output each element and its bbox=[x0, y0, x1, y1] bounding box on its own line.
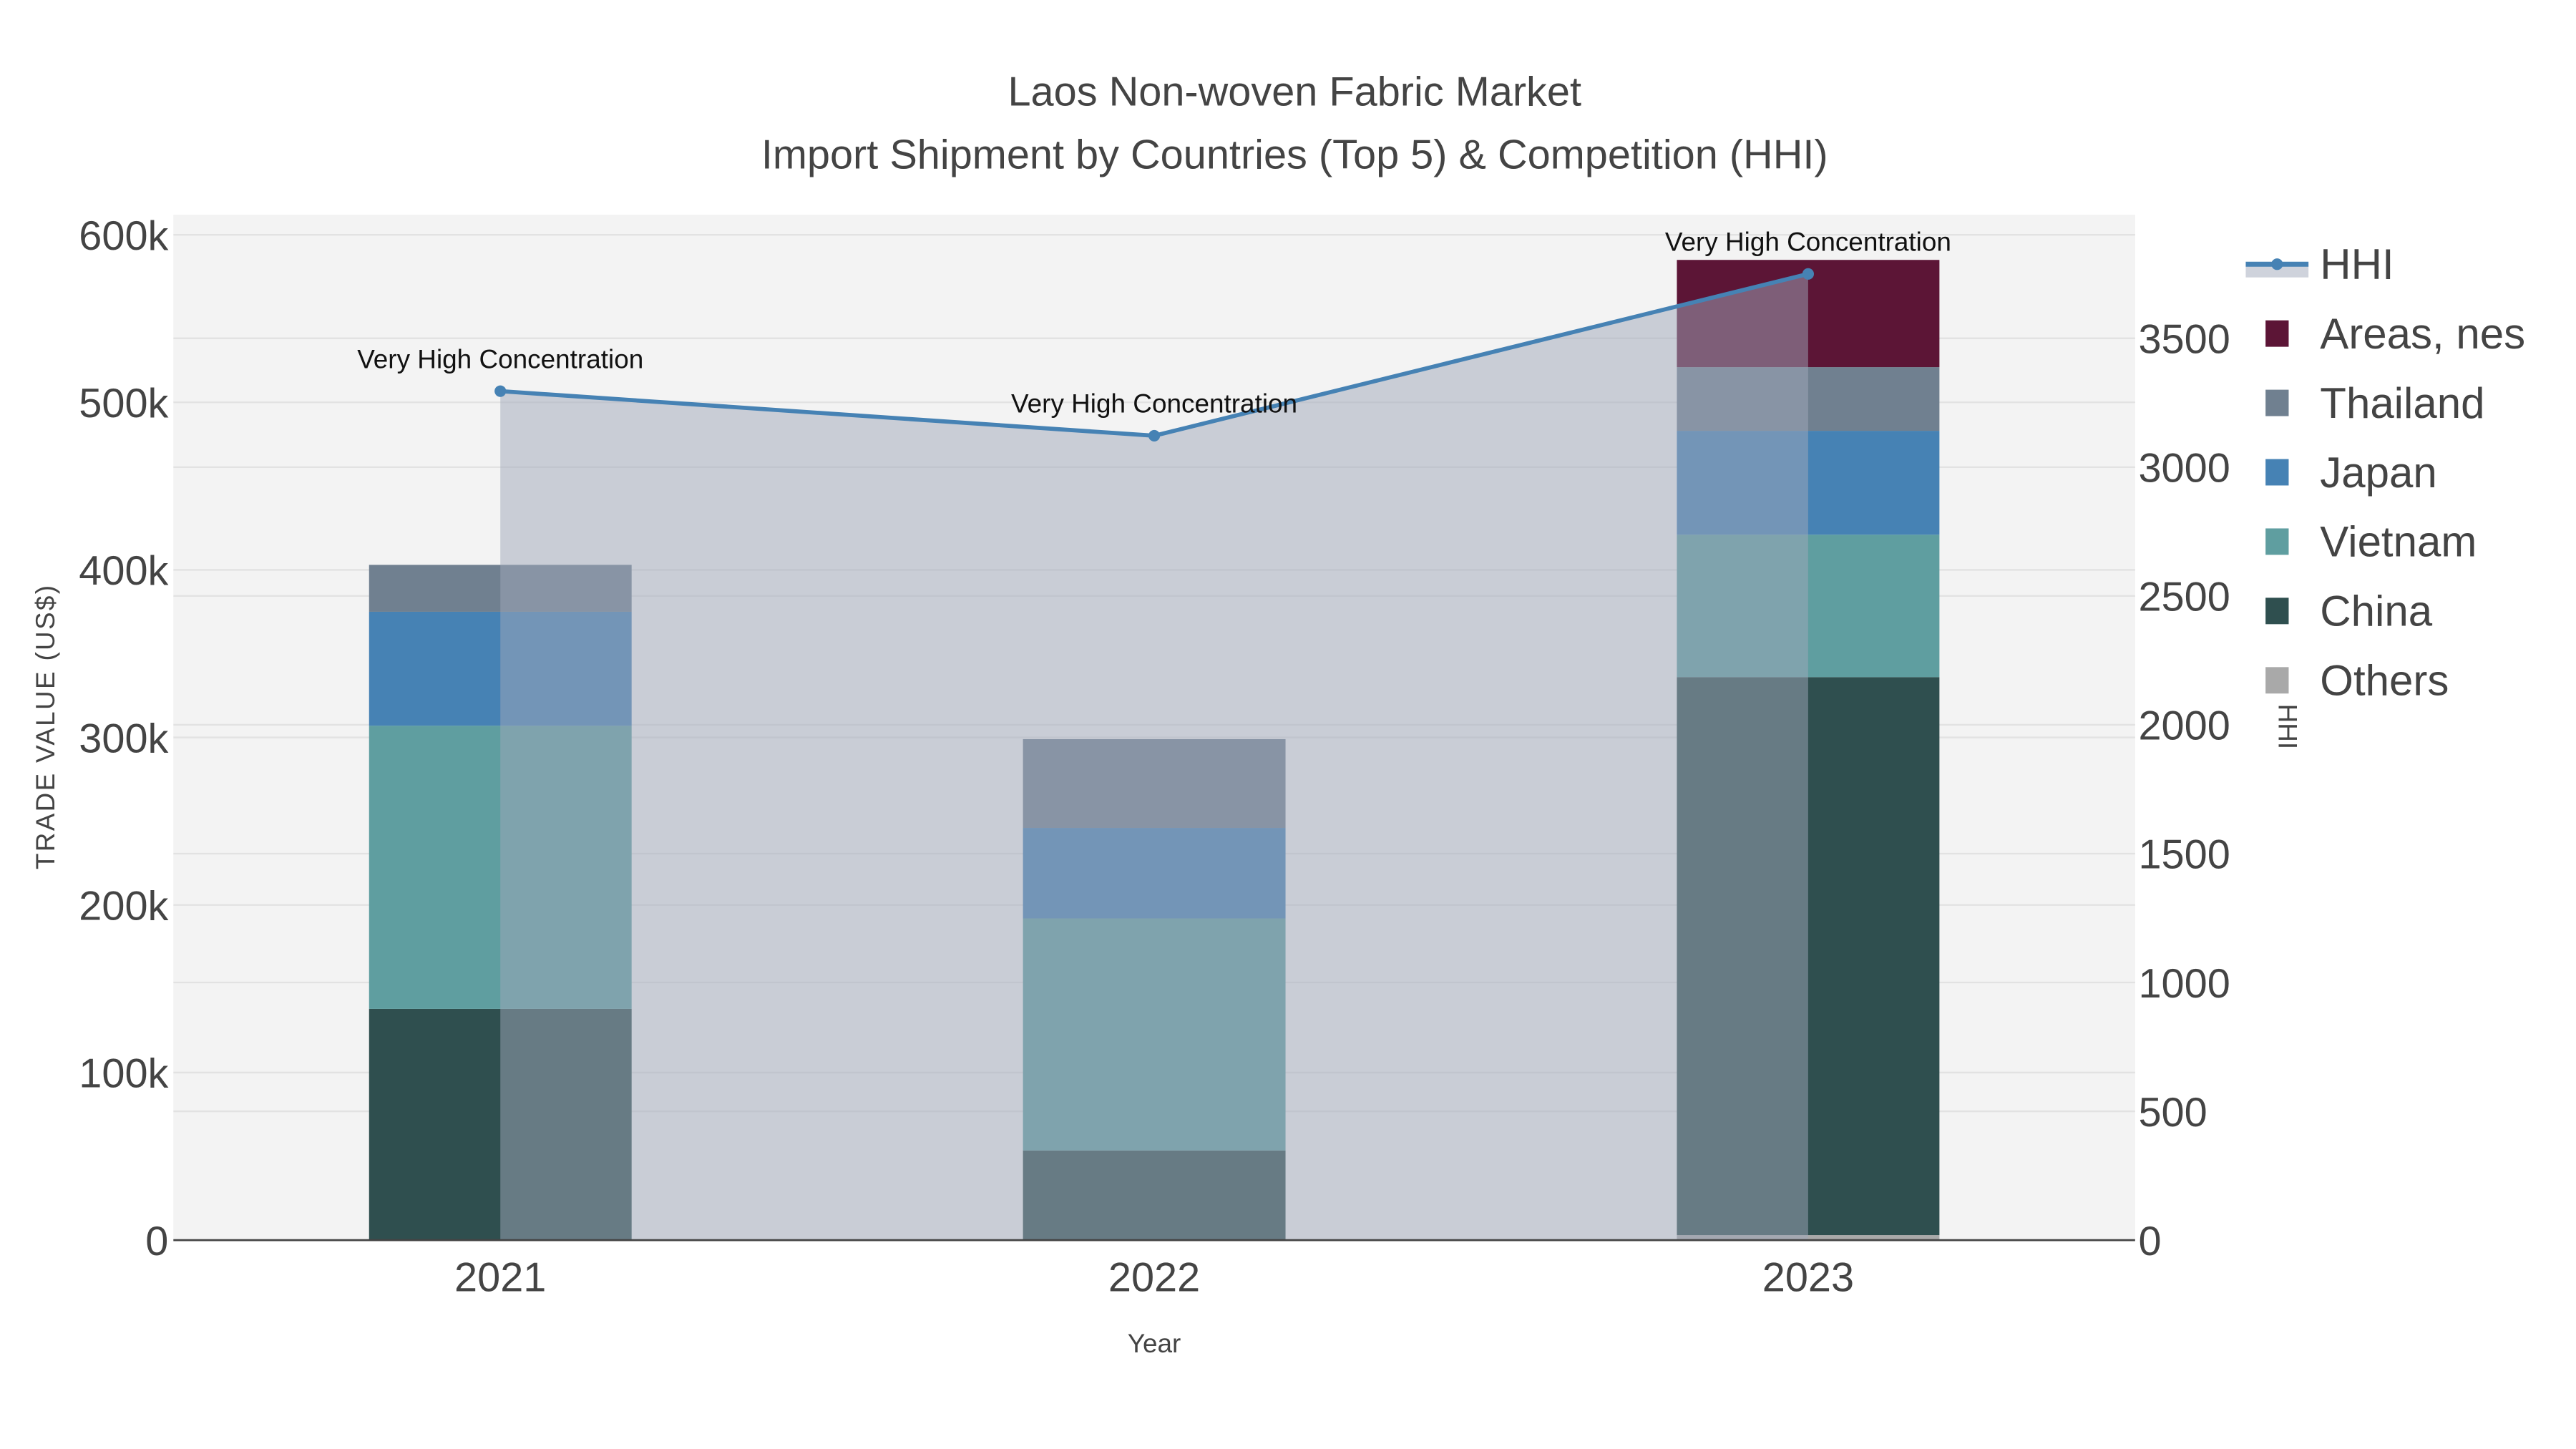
y-axis-title: TRADE VALUE (US$) bbox=[31, 584, 60, 869]
y2-tick-label: 2500 bbox=[2138, 575, 2230, 620]
legend-swatch-thailand bbox=[2265, 389, 2289, 416]
x-tick-label: 2021 bbox=[454, 1255, 546, 1301]
legend-label: Japan bbox=[2320, 449, 2436, 497]
y-tick-label: 300k bbox=[79, 716, 168, 761]
y2-tick-label: 3000 bbox=[2138, 446, 2230, 492]
x-axis-title: Year bbox=[1128, 1329, 1181, 1358]
y2-tick-label: 500 bbox=[2138, 1090, 2207, 1136]
legend-label: HHI bbox=[2320, 240, 2394, 288]
legend-hhi-marker bbox=[2271, 258, 2283, 270]
legend-label: Others bbox=[2320, 657, 2449, 705]
hhi-point bbox=[494, 385, 507, 397]
hhi-annotation: Very High Concentration bbox=[357, 344, 643, 374]
y-tick-label: 500k bbox=[79, 381, 168, 426]
chart: Laos Non-woven Fabric Market Import Ship… bbox=[0, 0, 2576, 1449]
legend-backdrop bbox=[2237, 297, 2254, 760]
hhi-point bbox=[1148, 429, 1161, 442]
x-tick-label: 2023 bbox=[1762, 1255, 1854, 1301]
x-tick-label: 2022 bbox=[1108, 1255, 1200, 1301]
y2-axis-title: HHI bbox=[2273, 704, 2303, 750]
y-tick-label: 100k bbox=[79, 1051, 168, 1097]
y2-tick-label: 3500 bbox=[2138, 317, 2230, 363]
y2-tick-label: 1500 bbox=[2138, 832, 2230, 878]
hhi-annotation: Very High Concentration bbox=[1665, 228, 1951, 257]
chart-subtitle: Import Shipment by Countries (Top 5) & C… bbox=[761, 132, 1828, 177]
legend-swatch-japan bbox=[2265, 459, 2289, 486]
legend-label: China bbox=[2320, 587, 2432, 635]
y-tick-label: 600k bbox=[79, 213, 168, 259]
y2-tick-label: 1000 bbox=[2138, 961, 2230, 1007]
y-tick-label: 400k bbox=[79, 548, 168, 594]
y2-tick-label: 0 bbox=[2138, 1219, 2161, 1264]
legend-swatch-others bbox=[2265, 667, 2289, 694]
hhi-annotation: Very High Concentration bbox=[1011, 389, 1297, 419]
y-tick-label: 0 bbox=[145, 1219, 168, 1264]
chart-title: Laos Non-woven Fabric Market bbox=[1008, 69, 1581, 115]
legend-swatch-vietnam bbox=[2265, 528, 2289, 555]
hhi-point bbox=[1802, 268, 1814, 280]
y-tick-label: 200k bbox=[79, 884, 168, 930]
legend-label: Areas, nes bbox=[2320, 310, 2525, 358]
y2-tick-label: 2000 bbox=[2138, 703, 2230, 749]
legend-swatch-areas-nes bbox=[2265, 320, 2289, 347]
legend-label: Thailand bbox=[2320, 379, 2484, 427]
legend-label: Vietnam bbox=[2320, 518, 2477, 566]
legend-swatch-china bbox=[2265, 597, 2289, 625]
